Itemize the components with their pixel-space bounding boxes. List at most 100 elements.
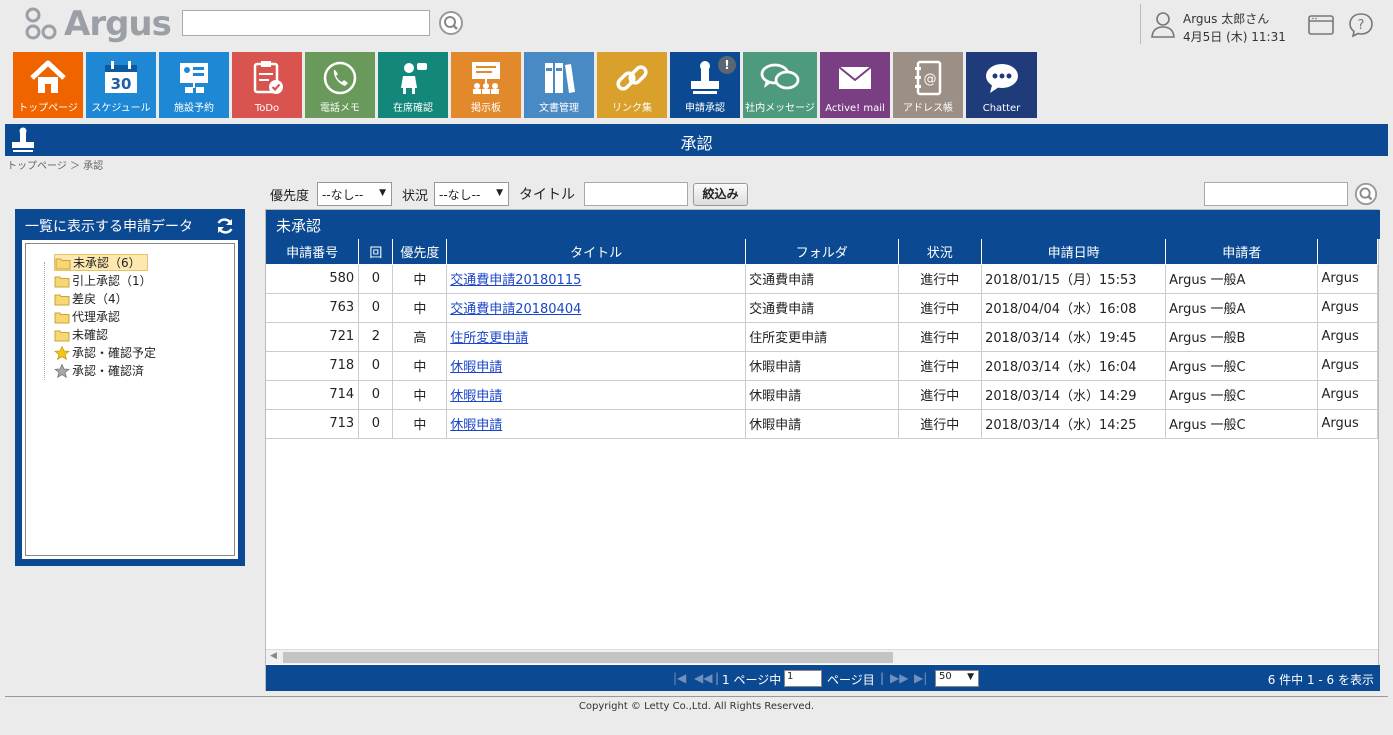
tree-line [44, 262, 45, 380]
request-title-link[interactable]: 休暇申請 [450, 360, 502, 375]
table-row[interactable]: 580 0 中交通費申請20180115 交通費申請 進行中 2018/01/15（月）1… [266, 264, 1378, 294]
column-header[interactable]: 申請日時 [981, 239, 1167, 265]
horizontal-scrollbar[interactable]: ◀ [266, 649, 1378, 664]
search-icon[interactable] [1354, 182, 1378, 206]
record-count: 6 件中 1 - 6 を表示 [1267, 673, 1374, 687]
home-icon [30, 60, 66, 93]
table-row[interactable]: 721 2 高住所変更申請 住所変更申請 進行中 2018/03/14（水）19:45 Ar… [266, 322, 1378, 352]
last-page-icon[interactable]: ▶| [914, 671, 927, 685]
table-cell: 0 [358, 409, 394, 439]
tree-item-unconfirmed[interactable]: 未確認 [54, 326, 108, 343]
table-cell: 進行中 [898, 380, 983, 410]
tree-item-returned[interactable]: 差戻（4） [54, 290, 128, 307]
app-tile-schedule[interactable]: 30 スケジュール [86, 52, 156, 118]
tree-item-pulled-up[interactable]: 引上承認（1） [54, 272, 152, 289]
table-cell[interactable]: 休暇申請 [446, 380, 747, 410]
app-tile-todo[interactable]: ToDo [232, 52, 302, 118]
dropdown-caret-icon: ▼ [379, 188, 386, 198]
approval-alert-badge: ! [718, 56, 736, 74]
status-label: 状況 [402, 188, 429, 204]
table-cell[interactable]: 休暇申請 [446, 351, 747, 381]
app-tile-active-mail[interactable]: Active! mail [820, 52, 890, 118]
prev-page-icon[interactable]: ◀◀ [694, 671, 712, 685]
app-tile-presence[interactable]: 在席確認 [378, 52, 448, 118]
table-cell: Argus [1317, 264, 1378, 294]
folder-panel-title: 一覧に表示する申請データ [25, 219, 193, 235]
request-title-link[interactable]: 休暇申請 [450, 389, 502, 404]
app-tile-chatter[interactable]: Chatter [966, 52, 1037, 118]
app-tile-phone-memo[interactable]: 電話メモ [305, 52, 375, 118]
column-header[interactable]: 状況 [898, 239, 983, 265]
per-page-select[interactable]: 50 ▼ [935, 670, 979, 687]
user-name[interactable]: Argus 太郎さん [1183, 10, 1269, 27]
tree-item-scheduled[interactable]: 承認・確認予定 [54, 344, 156, 361]
app-tile-board[interactable]: 掲示板 [451, 52, 521, 118]
tree-item-proxy[interactable]: 代理承認 [54, 308, 120, 325]
page-number-input[interactable]: 1 [784, 670, 822, 687]
app-tile-top[interactable]: トップページ [13, 52, 83, 118]
table-cell: 2 [358, 322, 394, 352]
app-tile-facility[interactable]: 施設予約 [159, 52, 229, 118]
table-cell[interactable]: 休暇申請 [446, 409, 747, 439]
app-tile-links[interactable]: リンク集 [597, 52, 667, 118]
search-icon[interactable] [438, 10, 464, 36]
help-icon[interactable]: ? [1348, 12, 1374, 38]
column-header[interactable]: タイトル [446, 239, 747, 265]
column-header[interactable] [1317, 239, 1378, 265]
tree-item-completed[interactable]: 承認・確認済 [54, 362, 144, 379]
table-row[interactable]: 718 0 中休暇申請 休暇申請 進行中 2018/03/14（水）16:04 Argus … [266, 351, 1378, 381]
request-title-link[interactable]: 住所変更申請 [450, 331, 528, 346]
table-cell: 2018/04/04（水）16:08 [981, 293, 1167, 323]
table-cell[interactable]: 交通費申請20180115 [446, 264, 747, 294]
table-row[interactable]: 713 0 中休暇申請 休暇申請 進行中 2018/03/14（水）14:25 Argus … [266, 409, 1378, 439]
narrow-button[interactable]: 絞込み [693, 183, 748, 206]
request-title-link[interactable]: 交通費申請20180115 [450, 273, 581, 288]
grid-search-input[interactable] [1204, 182, 1348, 206]
table-row[interactable]: 714 0 中休暇申請 休暇申請 進行中 2018/03/14（水）14:29 Argus … [266, 380, 1378, 410]
table-row[interactable]: 763 0 中交通費申請20180404 交通費申請 進行中 2018/04/04（水）1… [266, 293, 1378, 323]
page-prefix: 1 ページ中 [722, 673, 782, 687]
priority-select[interactable]: --なし-- ▼ [317, 182, 392, 206]
header: Argus Argus 太郎さん 4月5日 (木) 11:31 ? [0, 0, 1393, 48]
app-tile-approval[interactable]: ! 申請承認 [670, 52, 740, 118]
column-header[interactable]: 申請者 [1165, 239, 1319, 265]
user-icon[interactable] [1150, 10, 1176, 38]
table-cell: 交通費申請 [745, 264, 899, 294]
table-cell: 721 [266, 322, 360, 352]
window-icon[interactable] [1307, 14, 1335, 36]
table-cell: Argus [1317, 351, 1378, 381]
argus-logo[interactable]: Argus [24, 4, 172, 44]
table-cell: Argus 一般A [1165, 264, 1319, 294]
next-page-icon[interactable]: ▶▶ [890, 671, 908, 685]
table-cell[interactable]: 住所変更申請 [446, 322, 747, 352]
scroll-left-icon[interactable]: ◀ [270, 651, 277, 661]
table-cell: 中 [392, 293, 448, 323]
column-header[interactable]: 回 [358, 239, 394, 265]
column-header[interactable]: 優先度 [392, 239, 448, 265]
app-tile-messages[interactable]: 社内メッセージ [743, 52, 817, 118]
scrollbar-thumb[interactable] [283, 652, 893, 663]
logo-text: Argus [64, 4, 172, 44]
logo-icon [25, 7, 57, 40]
approval-grid: 申請番号 回 優先度 タイトル フォルダ 状況 申請日時 申請者 580 0 中交通… [266, 239, 1378, 649]
request-title-link[interactable]: 休暇申請 [450, 418, 502, 433]
priority-label: 優先度 [270, 188, 310, 204]
column-header[interactable]: 申請番号 [266, 239, 360, 265]
table-cell: 714 [266, 380, 360, 410]
global-search-input[interactable] [182, 10, 430, 36]
first-page-icon[interactable]: |◀ [673, 671, 686, 685]
tree-item-unapproved[interactable]: 未承認（6） [54, 254, 148, 271]
column-header[interactable]: フォルダ [745, 239, 899, 265]
breadcrumb[interactable]: トップページ ＞ 承認 [7, 157, 103, 172]
app-tile-documents[interactable]: 文書管理 [524, 52, 594, 118]
table-cell[interactable]: 交通費申請20180404 [446, 293, 747, 323]
table-cell: 進行中 [898, 351, 983, 381]
pager: |◀ ◀◀ | 1 ページ中 1 ページ目 | ▶▶ ▶| 50 ▼ 6 件中 … [266, 665, 1380, 691]
refresh-icon[interactable] [215, 216, 235, 236]
list-title: 未承認 [266, 210, 1380, 239]
title-filter-input[interactable] [584, 182, 688, 206]
header-divider [1140, 4, 1141, 44]
app-tile-address-book[interactable]: @ アドレス帳 [893, 52, 963, 118]
status-select[interactable]: --なし-- ▼ [434, 182, 509, 206]
request-title-link[interactable]: 交通費申請20180404 [450, 302, 581, 317]
